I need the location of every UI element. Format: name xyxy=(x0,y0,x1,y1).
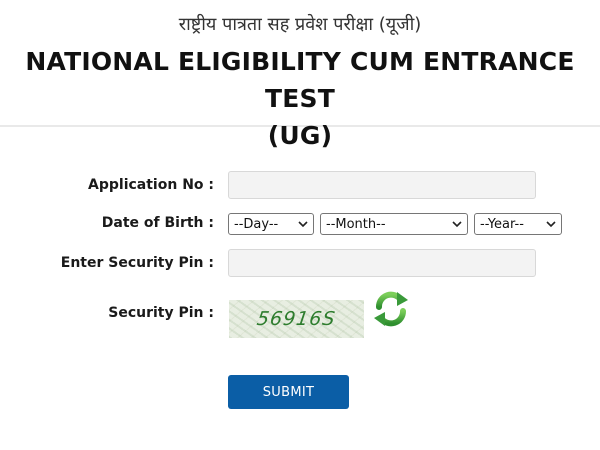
page-title: NATIONAL ELIGIBILITY CUM ENTRANCE TEST (… xyxy=(12,43,588,154)
dob-month-select[interactable]: --Month-- xyxy=(320,213,468,235)
refresh-captcha-icon[interactable] xyxy=(371,289,411,329)
security-pin-label: Security Pin : xyxy=(108,305,214,321)
page-title-line-1: NATIONAL ELIGIBILITY CUM ENTRANCE TEST xyxy=(25,47,575,113)
dob-month-value: --Month-- xyxy=(326,216,386,232)
submit-button[interactable]: SUBMIT xyxy=(228,375,349,409)
dob-year-value: --Year-- xyxy=(480,216,524,232)
page-header: राष्ट्रीय पात्रता सह प्रवेश परीक्षा (यूज… xyxy=(0,0,600,150)
security-pin-input[interactable] xyxy=(228,249,536,277)
captcha-text: 56916S xyxy=(255,308,338,330)
application-no-label: Application No : xyxy=(88,177,214,193)
chevron-down-icon xyxy=(546,221,556,228)
dob-day-value: --Day-- xyxy=(234,216,279,232)
date-of-birth-label: Date of Birth : xyxy=(101,215,214,231)
dob-day-select[interactable]: --Day-- xyxy=(228,213,314,235)
application-no-input[interactable] xyxy=(228,171,536,199)
page-title-line-2: (UG) xyxy=(267,121,333,150)
hindi-title: राष्ट्रीय पात्रता सह प्रवेश परीक्षा (यूज… xyxy=(178,14,422,35)
captcha-image: 56916S xyxy=(229,300,364,338)
chevron-down-icon xyxy=(452,221,462,228)
dob-year-select[interactable]: --Year-- xyxy=(474,213,562,235)
enter-security-pin-label: Enter Security Pin : xyxy=(60,255,214,271)
chevron-down-icon xyxy=(298,221,308,228)
